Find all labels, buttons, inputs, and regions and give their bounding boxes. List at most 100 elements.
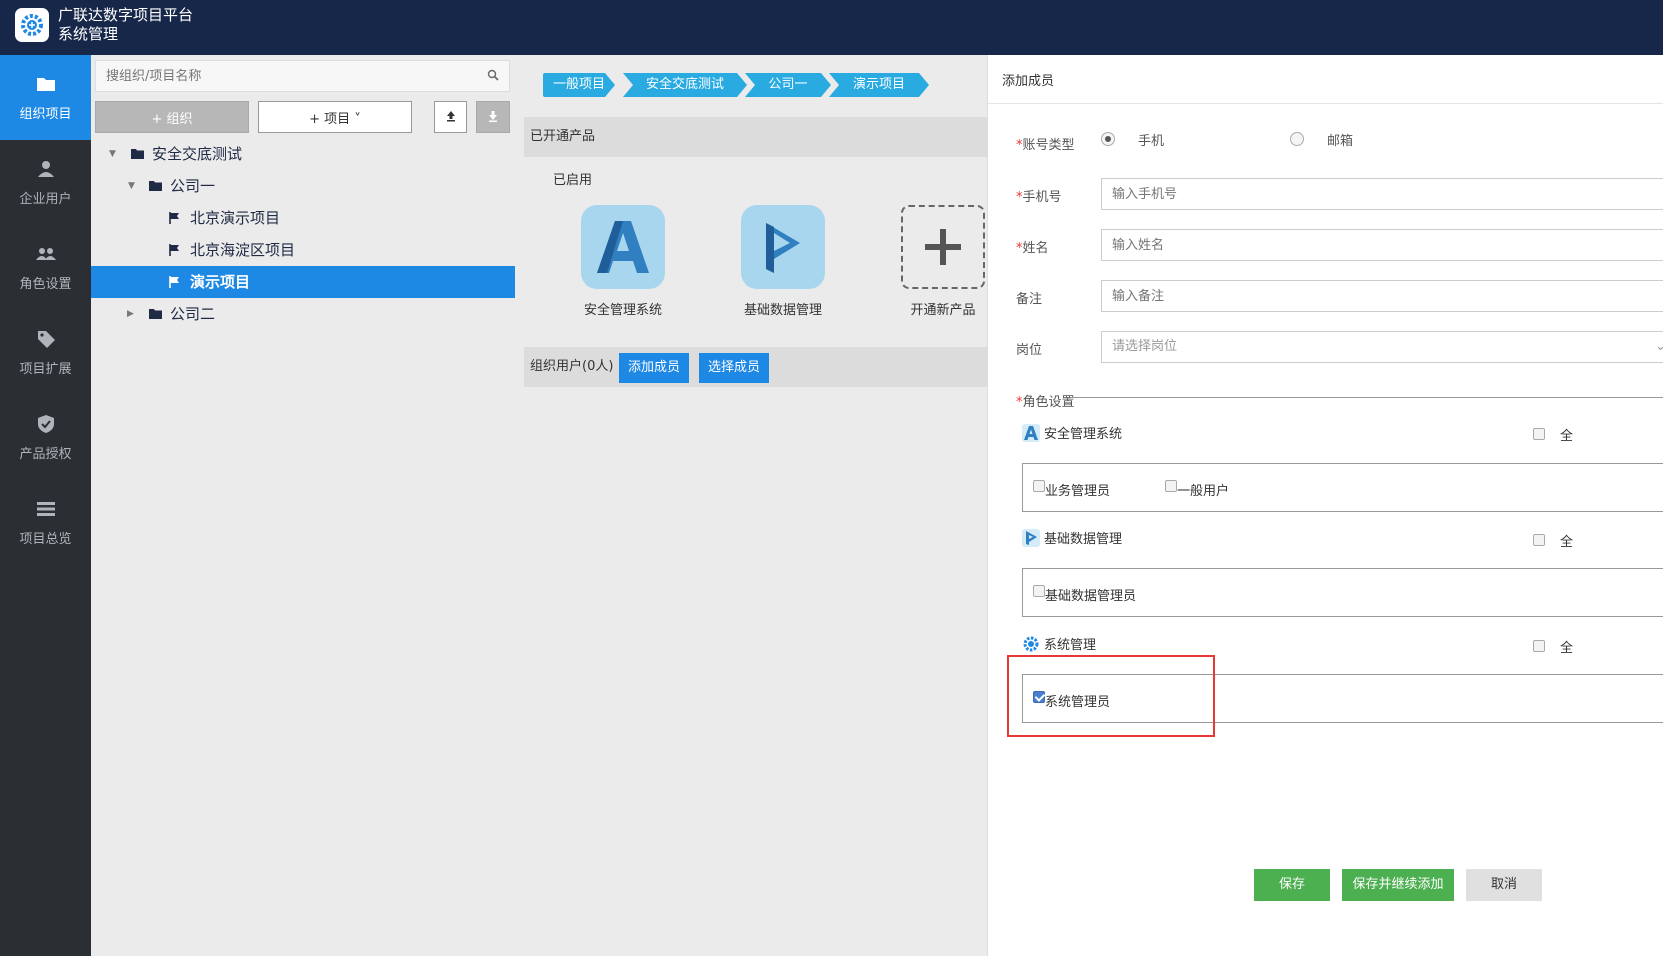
nav-item-role-settings[interactable]: 角色设置: [0, 225, 91, 310]
add-project-button[interactable]: + 项目 ˅: [258, 101, 412, 133]
caret-right-icon[interactable]: ▶: [127, 298, 134, 330]
select-all-label: 全: [1560, 641, 1574, 656]
search-icon[interactable]: [487, 69, 499, 81]
flag-icon: [169, 276, 179, 288]
role-general-user-checkbox[interactable]: [1165, 480, 1177, 492]
tree-node-beijing-haidian[interactable]: 北京海淀区项目: [91, 234, 515, 266]
add-org-button[interactable]: + 组织: [95, 101, 249, 133]
open-new-product-button[interactable]: 开通新产品: [883, 205, 1003, 318]
folder-icon: [149, 181, 162, 191]
breadcrumb-item-company-one[interactable]: 公司一: [745, 73, 831, 97]
radio-phone-label: 手机: [1138, 134, 1165, 149]
tree-node-demo-project[interactable]: 演示项目: [91, 266, 515, 298]
nav-item-label: 企业用户: [19, 192, 72, 207]
system-name: 安全管理系统: [1044, 427, 1123, 442]
select-all-system-admin-checkbox[interactable]: [1533, 640, 1545, 652]
post-select[interactable]: 请选择岗位 ⌄: [1101, 331, 1663, 363]
list-icon: [36, 502, 55, 516]
post-select-placeholder: 请选择岗位: [1112, 339, 1178, 354]
radio-phone[interactable]: [1101, 132, 1115, 146]
name-label: *姓名: [1016, 241, 1049, 256]
system-admin: 系统管理: [1022, 634, 1096, 653]
flag-icon: [169, 212, 179, 224]
tree-search: [95, 60, 510, 92]
nav-item-product-license[interactable]: 产品授权: [0, 395, 91, 480]
tree-node-label: 北京演示项目: [190, 209, 281, 227]
module-name: 系统管理: [58, 25, 119, 43]
select-all-basic-data-checkbox[interactable]: [1533, 534, 1545, 546]
breadcrumb-item-demo-project[interactable]: 演示项目: [829, 73, 929, 97]
nav-item-project-overview[interactable]: 项目总览: [0, 480, 91, 565]
nav-item-label: 角色设置: [19, 277, 72, 292]
system-name: 系统管理: [1044, 638, 1097, 653]
search-input[interactable]: [96, 61, 476, 91]
folder-icon: [149, 309, 162, 319]
product-safety-system[interactable]: 安全管理系统: [563, 205, 683, 318]
tree-node-label: 安全交底测试: [152, 145, 243, 163]
cancel-button[interactable]: 取消: [1466, 869, 1542, 901]
shield-check-icon: [37, 415, 54, 433]
nav-item-label: 组织项目: [19, 107, 72, 122]
tree-node-label: 公司一: [170, 177, 216, 195]
roles-box-safety: 业务管理员 一般用户: [1022, 463, 1663, 512]
select-all-label: 全: [1560, 535, 1574, 550]
drawer-divider: [988, 103, 1663, 104]
remark-label: 备注: [1016, 292, 1043, 307]
remark-input[interactable]: [1101, 280, 1663, 312]
app-name: 广联达数字项目平台: [58, 6, 194, 24]
nav-item-org-projects[interactable]: 组织项目: [0, 55, 91, 140]
upload-button[interactable]: [434, 101, 467, 133]
chevron-down-icon: ⌄: [1655, 339, 1663, 354]
role-basic-data-admin-checkbox[interactable]: [1033, 585, 1045, 597]
plus-icon: [901, 205, 985, 289]
tree-node-label: 演示项目: [190, 273, 251, 291]
save-continue-button[interactable]: 保存并继续添加: [1342, 869, 1454, 901]
enabled-label: 已启用: [553, 173, 593, 188]
flag-icon: [169, 244, 179, 256]
products-area: 已启用 安全管理系统 基础数据管理 开通新产品: [524, 157, 987, 347]
save-button[interactable]: 保存: [1254, 869, 1330, 901]
breadcrumb-item-general[interactable]: 一般项目: [543, 73, 615, 97]
user-icon: [37, 161, 54, 177]
role-basic-data-admin-label: 基础数据管理员: [1045, 589, 1137, 604]
product-label: 安全管理系统: [583, 303, 662, 318]
caret-down-icon[interactable]: ▼: [128, 170, 135, 202]
role-divider: [1070, 397, 1663, 398]
tree-node-company-two[interactable]: ▶ 公司二: [91, 298, 515, 330]
project-detail-panel: 一般项目 安全交底测试 公司一 演示项目 已开通产品 已启用 安全管理系统 基础…: [515, 55, 987, 956]
org-users-bar: 组织用户(0人) 添加成员 选择成员: [524, 347, 987, 387]
nav-item-label: 产品授权: [19, 447, 72, 462]
download-button[interactable]: [476, 101, 510, 133]
products-section-header: 已开通产品: [524, 117, 987, 157]
breadcrumb-item-safety-test[interactable]: 安全交底测试: [623, 73, 747, 97]
drawer-title: 添加成员: [1002, 74, 1055, 89]
highlight-box: [1007, 655, 1215, 737]
system-safety: 安全管理系统: [1022, 423, 1122, 442]
nav-item-project-extension[interactable]: 项目扩展: [0, 310, 91, 395]
nav-item-label: 项目扩展: [19, 362, 72, 377]
tree-node-beijing-demo[interactable]: 北京演示项目: [91, 202, 515, 234]
nav-item-enterprise-users[interactable]: 企业用户: [0, 140, 91, 225]
role-settings-label: *角色设置: [1016, 395, 1075, 410]
select-all-label: 全: [1560, 429, 1574, 444]
role-business-admin-checkbox[interactable]: [1033, 480, 1045, 492]
roles-box-basic-data: 基础数据管理员: [1022, 568, 1663, 617]
system-name: 基础数据管理: [1044, 532, 1123, 547]
post-label: 岗位: [1016, 343, 1043, 358]
select-member-button[interactable]: 选择成员: [699, 353, 770, 383]
radio-email-label: 邮箱: [1327, 134, 1354, 149]
name-input[interactable]: [1101, 229, 1663, 261]
gear-globe-icon: [15, 8, 49, 42]
product-basic-data[interactable]: 基础数据管理: [723, 205, 843, 318]
nav-item-label: 项目总览: [19, 532, 72, 547]
download-icon: [489, 110, 497, 122]
add-member-button[interactable]: 添加成员: [619, 353, 690, 383]
tree-node-safety-test[interactable]: ▼ 安全交底测试: [91, 138, 515, 170]
select-all-safety-checkbox[interactable]: [1533, 428, 1545, 440]
tree-node-company-one[interactable]: ▼ 公司一: [91, 170, 515, 202]
phone-input[interactable]: [1101, 178, 1663, 210]
radio-email[interactable]: [1290, 132, 1304, 146]
caret-down-icon[interactable]: ▼: [109, 138, 116, 170]
system-basic-data: 基础数据管理: [1022, 528, 1122, 547]
product-label: 开通新产品: [910, 303, 976, 318]
